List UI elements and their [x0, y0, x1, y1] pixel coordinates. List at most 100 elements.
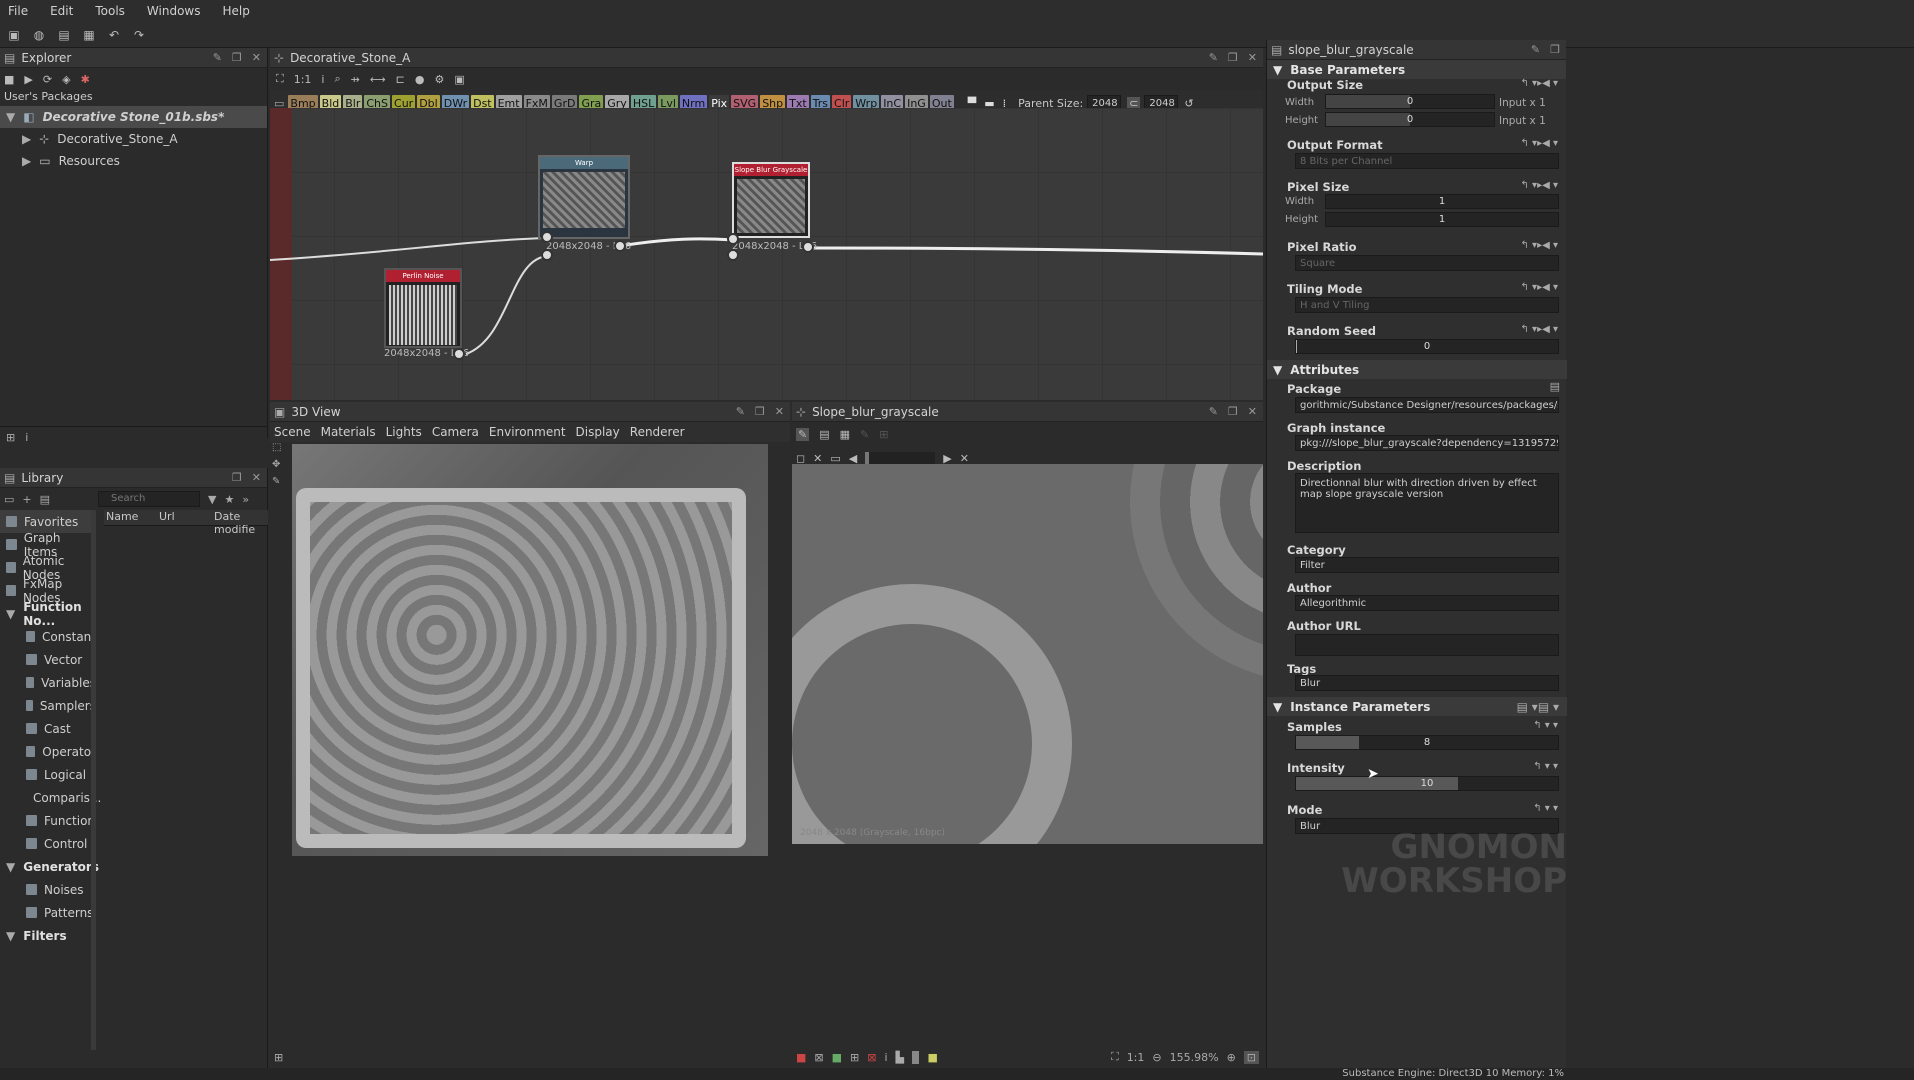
swatch-icon[interactable]: ▪ [912, 1050, 920, 1064]
pixel-height-slider[interactable]: 1 [1325, 212, 1559, 227]
column-date[interactable]: Date modifie [214, 510, 268, 536]
library-item[interactable]: Function [0, 809, 96, 832]
histogram-icon[interactable]: ▙ [896, 1051, 904, 1064]
link-icon[interactable]: ⟷ [370, 73, 386, 86]
zoom-minus-icon[interactable]: ⊖ [1152, 1051, 1161, 1064]
library-item[interactable]: ▼ Function No... [0, 600, 96, 628]
pin-icon[interactable]: ✎ [213, 51, 222, 64]
package-row[interactable]: ▼ ◧ Decorative Stone_01b.sbs* [0, 106, 267, 128]
param-icons[interactable]: ↰ ▾▸◀ ▾ [1521, 138, 1559, 149]
param-icons[interactable]: ↰ ▾▸◀ ▾ [1521, 282, 1559, 293]
warp-input-port[interactable] [541, 231, 553, 243]
folder-icon[interactable]: ▭ [830, 452, 840, 465]
tree-item-graph[interactable]: ▶ ⊹ Decorative_Stone_A [0, 128, 267, 150]
library-search-input[interactable]: Search [98, 491, 201, 507]
float-icon[interactable]: ❐ [755, 405, 765, 418]
save-image-icon[interactable]: ▤ [819, 428, 829, 441]
lock-zoom-icon[interactable]: ⊡ [1243, 1050, 1259, 1064]
fit-icon[interactable]: ⛶ [1111, 1050, 1119, 1064]
new-package-icon[interactable]: ◍ [31, 28, 47, 42]
close-icon[interactable]: ✕ [1248, 51, 1257, 64]
close-icon[interactable]: ✕ [813, 452, 822, 465]
warp-output-port[interactable] [614, 240, 626, 252]
prev-icon[interactable]: ◀ [849, 452, 857, 465]
library-item[interactable]: Operator [0, 740, 96, 763]
column-url[interactable]: Url [159, 510, 214, 525]
import-icon[interactable]: ▤ [40, 493, 50, 506]
menu-tools[interactable]: Tools [95, 4, 125, 18]
pin-icon[interactable]: ✎ [1209, 405, 1218, 418]
camera-icon[interactable]: ⬚ [272, 442, 288, 453]
column-name[interactable]: Name [104, 510, 159, 525]
filter-icon[interactable]: ▼ [208, 493, 216, 506]
tags-field[interactable]: Blur [1295, 675, 1559, 691]
expand-icon[interactable]: ▶ [22, 132, 31, 146]
channels-icon[interactable]: ■ [796, 1051, 806, 1064]
close-icon[interactable]: ✕ [252, 471, 261, 484]
tree-item-resources[interactable]: ▶ ▭ Resources [0, 150, 267, 172]
close-icon[interactable]: ✕ [1248, 405, 1257, 418]
save-icon[interactable]: ▦ [81, 28, 97, 42]
info-icon[interactable]: i [25, 431, 28, 444]
menu-lights[interactable]: Lights [386, 425, 422, 439]
checker-icon[interactable]: ⊠ [867, 1051, 876, 1064]
clear-icon[interactable]: ✕ [960, 452, 969, 465]
float-icon[interactable]: ❐ [232, 471, 242, 484]
reload-icon[interactable]: ⟳ [43, 73, 52, 86]
align-icon[interactable]: ⇸ [351, 73, 360, 86]
tree-icon[interactable]: ⊞ [274, 1051, 283, 1064]
pin-icon[interactable]: ✎ [1209, 51, 1218, 64]
open-icon[interactable]: ▤ [56, 28, 72, 42]
mask-icon[interactable]: ✎ [860, 428, 869, 441]
info-icon[interactable]: i [321, 73, 324, 86]
slope-output-port[interactable] [802, 241, 814, 253]
float-icon[interactable]: ❐ [232, 51, 242, 64]
attributes-header[interactable]: ▼ Attributes [1267, 360, 1567, 379]
timeline-slider[interactable] [865, 452, 936, 464]
expand-icon[interactable]: ▼ [6, 607, 15, 621]
lock-view-icon[interactable]: ✎ [796, 427, 810, 441]
library-item[interactable]: Noises [0, 878, 96, 901]
new-graph-icon[interactable]: ▣ [6, 28, 22, 42]
redo-icon[interactable]: ↷ [131, 28, 147, 42]
browse-icon[interactable]: ▤ [1550, 380, 1560, 393]
output-width-slider[interactable]: 0 [1325, 94, 1495, 109]
param-icons[interactable]: ↰ ▾ ▾ [1533, 803, 1558, 814]
base-parameters-header[interactable]: ▼ Base Parameters [1267, 60, 1566, 79]
expand-icon[interactable]: ▶ [22, 154, 31, 168]
ratio-icon[interactable]: 1:1 [294, 73, 312, 86]
close-icon[interactable]: ✕ [775, 405, 784, 418]
add-icon[interactable]: + [22, 493, 31, 506]
param-icons[interactable]: ↰ ▾ ▾ [1533, 720, 1558, 731]
perlin-noise-node[interactable]: Perlin Noise [384, 268, 462, 348]
random-seed-slider[interactable]: 0 [1295, 339, 1559, 354]
slope-input-port[interactable] [727, 233, 739, 245]
frame-icon[interactable]: ◻ [796, 452, 805, 465]
star-icon[interactable]: ★ [225, 493, 235, 506]
output-format-select[interactable]: 8 Bits per Channel [1295, 153, 1559, 169]
menu-display[interactable]: Display [576, 425, 620, 439]
library-item[interactable]: Variables [0, 671, 96, 694]
float-icon[interactable]: ❐ [1550, 43, 1560, 56]
category-field[interactable]: Filter [1295, 557, 1559, 573]
next-icon[interactable]: ▶ [943, 452, 951, 465]
expand-icon[interactable]: ▼ [6, 110, 15, 124]
author-field[interactable]: Allegorithmic [1295, 595, 1559, 611]
info-icon[interactable]: i [884, 1051, 887, 1064]
viewport-3d[interactable] [292, 444, 768, 856]
color-icon[interactable]: ● [415, 73, 425, 86]
viewport-2d[interactable]: 2048 x 2048 (Grayscale, 16bpc) [792, 464, 1263, 844]
play-icon[interactable]: ▶ [24, 73, 32, 86]
light-icon[interactable]: ✎ [272, 476, 288, 487]
move-icon[interactable]: ✥ [272, 459, 288, 470]
menu-camera[interactable]: Camera [432, 425, 479, 439]
pin-icon[interactable]: ✎ [736, 405, 745, 418]
library-item[interactable]: Control [0, 832, 96, 855]
zoom-plus-icon[interactable]: ⊕ [1227, 1051, 1236, 1064]
menu-materials[interactable]: Materials [321, 425, 376, 439]
pin-icon[interactable]: ✎ [1531, 43, 1540, 56]
copy-image-icon[interactable]: ▦ [840, 428, 850, 441]
menu-edit[interactable]: Edit [50, 4, 73, 18]
float-icon[interactable]: ❐ [1228, 405, 1238, 418]
fit-icon[interactable]: ⛶ [276, 72, 284, 86]
